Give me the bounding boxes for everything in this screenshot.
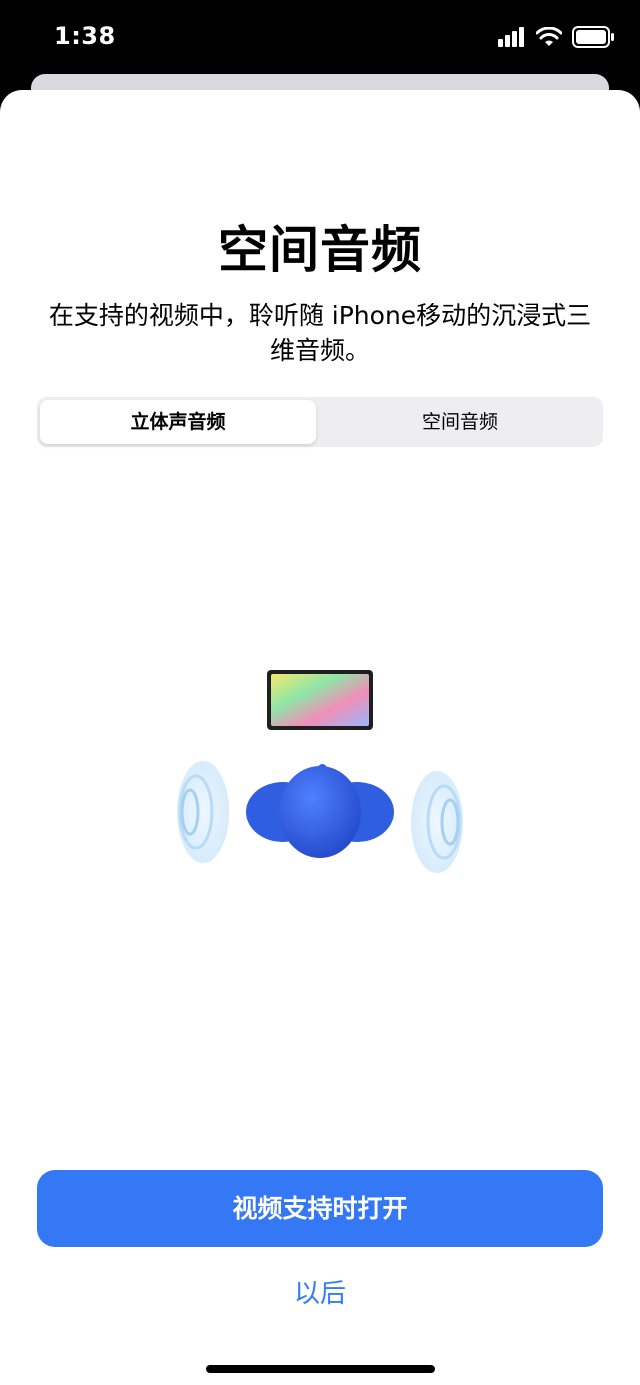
audio-mode-segmented-control: 立体声音频 空间音频 bbox=[37, 397, 603, 447]
modal-sheet: 空间音频 在支持的视频中，聆听随 iPhone移动的沉浸式三维音频。 立体声音频… bbox=[0, 90, 640, 1385]
screen-display-icon bbox=[267, 670, 373, 730]
battery-icon bbox=[572, 26, 614, 48]
status-bar: 1:38 bbox=[0, 0, 640, 74]
head-listener-icon bbox=[246, 764, 394, 858]
later-button[interactable]: 以后 bbox=[220, 1273, 420, 1310]
sound-wave-right-icon bbox=[411, 771, 463, 873]
segment-stereo-audio[interactable]: 立体声音频 bbox=[40, 400, 316, 444]
segment-spatial-audio[interactable]: 空间音频 bbox=[320, 400, 600, 444]
home-indicator[interactable] bbox=[206, 1365, 435, 1373]
turn-on-when-supported-button[interactable]: 视频支持时打开 bbox=[37, 1170, 603, 1247]
wifi-icon bbox=[536, 27, 562, 46]
spatial-audio-illustration bbox=[177, 670, 463, 873]
status-icons bbox=[498, 26, 614, 48]
screen: 1:38 空间音频 在支持的视频中，聆听随 iPhone移动的沉浸式三维音频。 … bbox=[0, 0, 640, 1385]
status-time: 1:38 bbox=[54, 22, 116, 50]
sheet-title: 空间音频 bbox=[218, 221, 422, 279]
cellular-signal-icon bbox=[498, 27, 524, 47]
sound-wave-left-icon bbox=[177, 761, 229, 863]
sheet-subtitle: 在支持的视频中，聆听随 iPhone移动的沉浸式三维音频。 bbox=[48, 301, 592, 365]
